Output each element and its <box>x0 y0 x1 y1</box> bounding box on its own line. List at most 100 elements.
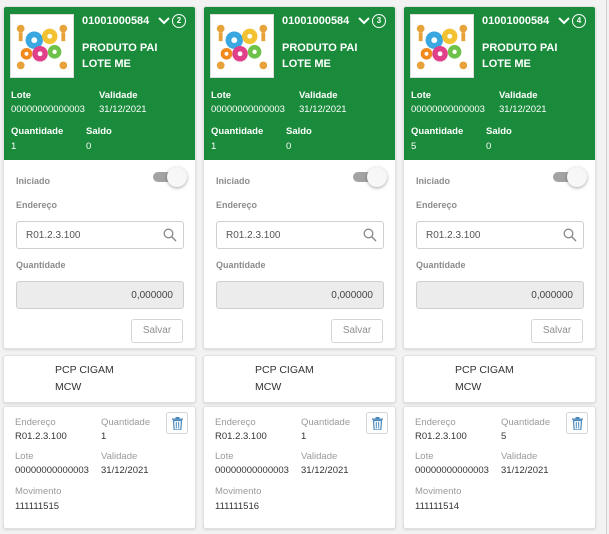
delete-button[interactable] <box>366 412 388 434</box>
mov-endereco-value: R01.2.3.100 <box>15 431 67 442</box>
product-name-line1: PRODUTO PAI <box>282 42 358 54</box>
product-image <box>10 14 74 78</box>
movement-card: Endereço R01.2.3.100 Quantidade 5 Lote 0… <box>403 406 596 529</box>
product-name-line1: PRODUTO PAI <box>82 42 158 54</box>
saldo-value: 0 <box>86 141 92 152</box>
organization-code: MCW <box>455 381 482 393</box>
movement-card: Endereço R01.2.3.100 Quantidade 1 Lote 0… <box>3 406 196 529</box>
mov-lote-value: 00000000000003 <box>415 465 489 476</box>
product-image <box>210 14 274 78</box>
mov-validade-label: Validade <box>301 451 338 462</box>
mov-lote-value: 00000000000003 <box>15 465 89 476</box>
quantidade-value: 1 <box>211 141 217 152</box>
save-button[interactable]: Salvar <box>331 319 383 343</box>
save-button[interactable]: Salvar <box>531 319 583 343</box>
mov-validade-value: 31/12/2021 <box>101 465 149 476</box>
mov-endereco-label: Endereço <box>15 417 56 428</box>
iniciado-label: Iniciado <box>416 176 451 186</box>
quantidade-input[interactable]: 0,000000 <box>416 281 584 309</box>
product-code: 01001000584 <box>282 15 350 27</box>
lote-label: Lote <box>411 90 432 101</box>
trash-icon <box>572 417 583 430</box>
product-name-line2: LOTE ME <box>82 58 131 70</box>
mov-endereco-label: Endereço <box>215 417 256 428</box>
production-card: 01001000584 4 PRODUTO PAI LOTE ME Lote 0… <box>403 6 596 349</box>
iniciado-toggle[interactable] <box>553 167 587 187</box>
endereco-label: Endereço <box>16 200 58 210</box>
endereco-label: Endereço <box>216 200 258 210</box>
quantidade-label: Quantidade <box>11 126 64 137</box>
mov-lote-label: Lote <box>215 451 234 462</box>
search-icon[interactable] <box>563 228 577 242</box>
saldo-value: 0 <box>286 141 292 152</box>
mov-validade-value: 31/12/2021 <box>301 465 349 476</box>
validade-label: Validade <box>299 90 338 101</box>
product-image <box>410 14 474 78</box>
mov-quantidade-label: Quantidade <box>301 417 351 428</box>
organization-code: MCW <box>55 381 82 393</box>
product-name-line1: PRODUTO PAI <box>482 42 558 54</box>
validade-value: 31/12/2021 <box>499 104 547 115</box>
quantidade-label: Quantidade <box>211 126 264 137</box>
organization-card: PCP CIGAM MCW <box>3 355 196 403</box>
organization-name: PCP CIGAM <box>455 364 514 376</box>
endereco-search-input[interactable]: R01.2.3.100 <box>16 221 184 249</box>
mov-endereco-value: R01.2.3.100 <box>215 431 267 442</box>
search-icon[interactable] <box>163 228 177 242</box>
organization-card: PCP CIGAM MCW <box>403 355 596 403</box>
iniciado-toggle[interactable] <box>353 167 387 187</box>
lote-value: 00000000000003 <box>211 104 285 115</box>
endereco-search-input[interactable]: R01.2.3.100 <box>216 221 384 249</box>
saldo-label: Saldo <box>486 126 512 137</box>
right-edge-divider <box>606 0 607 534</box>
card-header: 01001000584 4 PRODUTO PAI LOTE ME Lote 0… <box>404 7 595 160</box>
endereco-input-value: R01.2.3.100 <box>426 230 481 241</box>
lote-label: Lote <box>11 90 32 101</box>
card-form: Iniciado Endereço R01.2.3.100 Quantidade… <box>4 160 195 348</box>
quantidade-input[interactable]: 0,000000 <box>16 281 184 309</box>
chevron-down-icon[interactable] <box>557 15 571 27</box>
organization-code: MCW <box>255 381 282 393</box>
search-icon[interactable] <box>363 228 377 242</box>
iniciado-toggle[interactable] <box>153 167 187 187</box>
saldo-label: Saldo <box>286 126 312 137</box>
sequence-badge: 3 <box>372 14 386 28</box>
lote-label: Lote <box>211 90 232 101</box>
mov-lote-value: 00000000000003 <box>215 465 289 476</box>
card-header: 01001000584 3 PRODUTO PAI LOTE ME Lote 0… <box>204 7 395 160</box>
chevron-down-icon[interactable] <box>357 15 371 27</box>
validade-label: Validade <box>499 90 538 101</box>
validade-label: Validade <box>99 90 138 101</box>
mov-quantidade-value: 5 <box>501 431 507 442</box>
sequence-badge: 4 <box>572 14 586 28</box>
quantidade-value: 1 <box>11 141 17 152</box>
endereco-search-input[interactable]: R01.2.3.100 <box>416 221 584 249</box>
endereco-label: Endereço <box>416 200 458 210</box>
trash-icon <box>372 417 383 430</box>
mov-movimento-value: 111111516 <box>215 501 260 512</box>
save-button[interactable]: Salvar <box>131 319 183 343</box>
mov-quantidade-label: Quantidade <box>101 417 151 428</box>
chevron-down-icon[interactable] <box>157 15 171 27</box>
delete-button[interactable] <box>166 412 188 434</box>
iniciado-label: Iniciado <box>216 176 251 186</box>
product-code: 01001000584 <box>482 15 550 27</box>
delete-button[interactable] <box>566 412 588 434</box>
quantidade-input[interactable]: 0,000000 <box>216 281 384 309</box>
quantidade-label: Quantidade <box>411 126 464 137</box>
mov-movimento-label: Movimento <box>215 486 262 497</box>
quantidade-input-value: 0,000000 <box>331 290 373 301</box>
card-header: 01001000584 2 PRODUTO PAI LOTE ME Lote 0… <box>4 7 195 160</box>
card-form: Iniciado Endereço R01.2.3.100 Quantidade… <box>404 160 595 348</box>
validade-value: 31/12/2021 <box>99 104 147 115</box>
product-name: PRODUTO PAI LOTE ME <box>82 40 157 72</box>
mov-quantidade-value: 1 <box>101 431 107 442</box>
validade-value: 31/12/2021 <box>299 104 347 115</box>
mov-validade-value: 31/12/2021 <box>501 465 549 476</box>
mov-validade-label: Validade <box>501 451 538 462</box>
organization-name: PCP CIGAM <box>255 364 314 376</box>
iniciado-label: Iniciado <box>16 176 51 186</box>
mov-lote-label: Lote <box>15 451 34 462</box>
mov-movimento-label: Movimento <box>15 486 62 497</box>
mov-movimento-value: 111111515 <box>15 501 60 512</box>
